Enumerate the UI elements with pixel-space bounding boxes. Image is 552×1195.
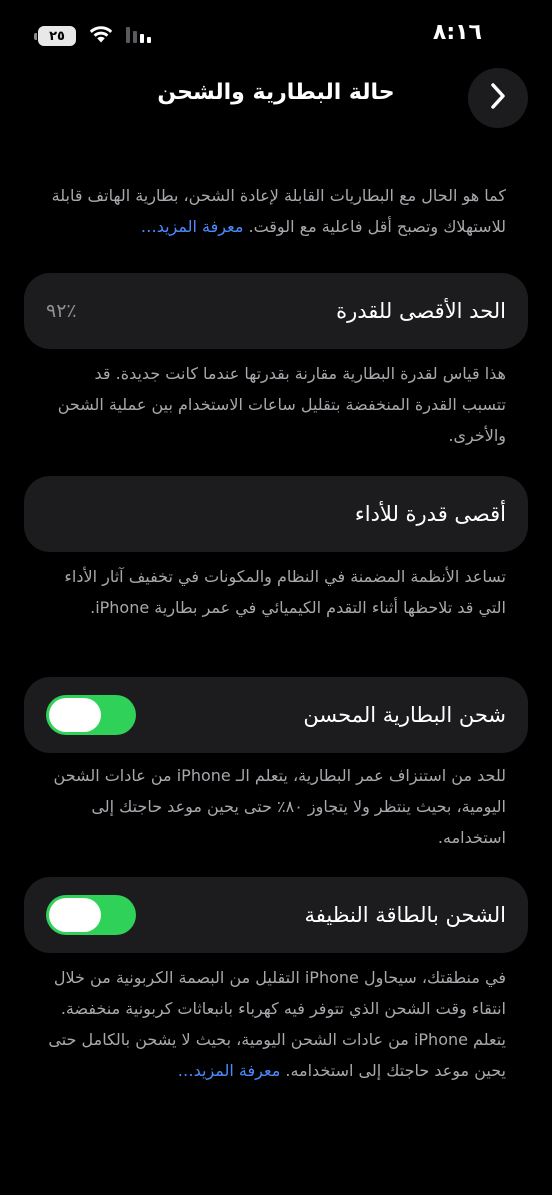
max-capacity-label: الحد الأقصى للقدرة xyxy=(336,299,506,323)
intro-description: كما هو الحال مع البطاريات القابلة لإعادة… xyxy=(46,180,506,242)
clean-energy-description: في منطقتك، سيحاول iPhone التقليل من البص… xyxy=(46,962,506,1086)
battery-level: ٢٥ xyxy=(49,28,65,44)
optimized-charging-toggle[interactable] xyxy=(46,695,136,735)
intro-text: كما هو الحال مع البطاريات القابلة لإعادة… xyxy=(51,186,506,236)
max-capacity-value: ٪٩٢ xyxy=(46,300,77,322)
max-capacity-description: هذا قياس لقدرة البطارية مقارنة بقدرتها ع… xyxy=(57,364,506,445)
optimized-charging-label: شحن البطارية المحسن xyxy=(303,703,506,727)
toggle-knob xyxy=(49,698,101,732)
wifi-icon xyxy=(88,24,114,48)
optimized-charging-card: شحن البطارية المحسن xyxy=(24,677,528,753)
clean-energy-card: الشحن بالطاقة النظيفة xyxy=(24,877,528,953)
page-title: حالة البطارية والشحن xyxy=(157,80,395,105)
status-icons: ٢٥ xyxy=(34,24,154,48)
battery-icon: ٢٥ xyxy=(34,26,76,46)
learn-more-link[interactable]: معرفة المزيد… xyxy=(178,1061,281,1080)
status-time: ٨:١٦ xyxy=(432,20,482,45)
peak-performance-label: أقصى قدرة للأداء xyxy=(354,502,506,526)
clean-energy-label: الشحن بالطاقة النظيفة xyxy=(304,903,506,927)
peak-performance-card: أقصى قدرة للأداء xyxy=(24,476,528,552)
toggle-knob xyxy=(49,898,101,932)
clean-energy-toggle[interactable] xyxy=(46,895,136,935)
status-bar: ٢٥ ٨:١٦ xyxy=(0,0,552,70)
learn-more-link[interactable]: معرفة المزيد… xyxy=(141,217,244,236)
peak-performance-description: تساعد الأنظمة المضمنة في النظام والمكونا… xyxy=(64,567,506,617)
max-capacity-card: الحد الأقصى للقدرة ٪٩٢ xyxy=(24,273,528,349)
optimized-charging-description: للحد من استنزاف عمر البطارية، يتعلم الـ … xyxy=(53,766,506,847)
cellular-signal-icon xyxy=(126,25,154,47)
